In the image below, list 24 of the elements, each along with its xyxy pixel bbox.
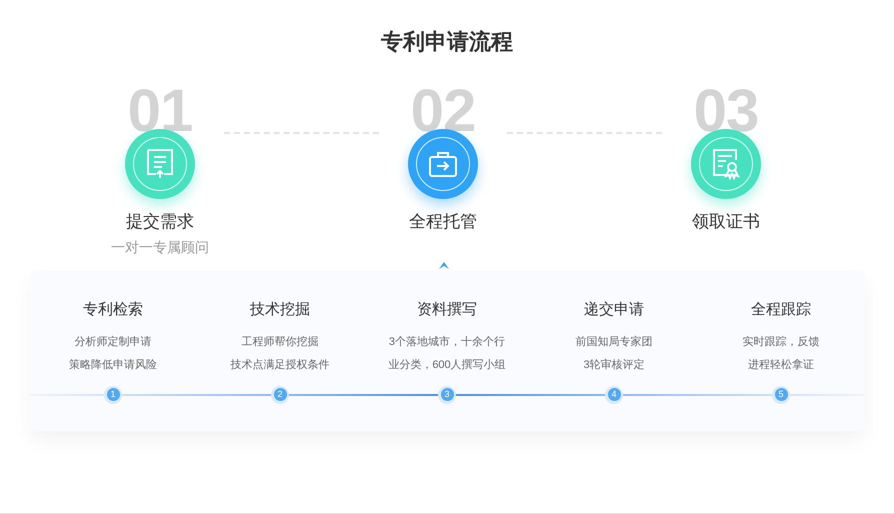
caret-icon: [439, 262, 449, 268]
document-icon: [145, 148, 175, 180]
substep-title: 资料撰写: [417, 300, 477, 320]
substep-title: 专利检索: [83, 300, 143, 320]
substep-description: 分析师定制申请: [74, 334, 152, 350]
step-label: 全程托管: [409, 211, 477, 233]
step-label: 提交需求: [126, 211, 194, 233]
substep-description: 工程师帮你挖掘: [242, 335, 318, 350]
substep-description: 进程轻松拿证: [748, 358, 814, 373]
substep-description: 技术点满足授权条件: [230, 358, 330, 373]
briefcase-icon: [428, 150, 458, 178]
substep-description: 策略降低申请风险: [69, 358, 157, 373]
step-label: 领取证书: [692, 211, 760, 233]
substep-description: 3轮审核评定: [583, 358, 645, 373]
substep-title: 递交申请: [584, 300, 644, 320]
substep-title: 全程跟踪: [751, 300, 811, 320]
substep-title: 技术挖掘: [250, 300, 310, 320]
page-title: 专利申请流程: [381, 28, 513, 57]
substep-description: 实时跟踪，反馈: [742, 334, 820, 350]
step-subtitle: 一对一专属顾问: [111, 238, 209, 256]
substep-description: 业分类，600人撰写小组: [388, 358, 506, 373]
substep-description: 前国知局专家团: [576, 334, 652, 350]
substep-description: 3个落地城市，十余个行: [388, 334, 506, 350]
certificate-icon: [711, 148, 741, 180]
